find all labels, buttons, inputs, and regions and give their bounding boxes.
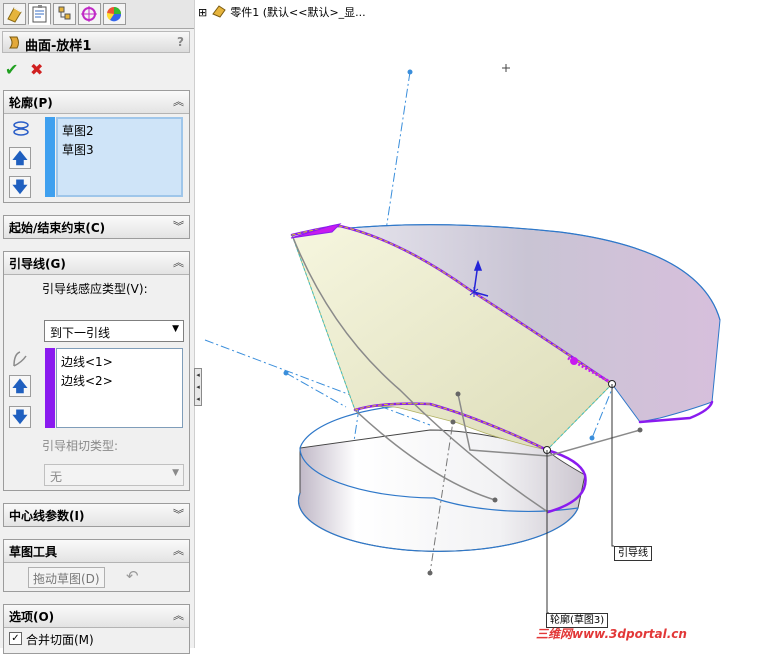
- arrow-down-icon: 🡇: [12, 178, 28, 196]
- profiles-group-header[interactable]: 轮廓(P) ︽: [4, 91, 189, 114]
- merge-tangent-checkbox[interactable]: ✓: [9, 632, 22, 645]
- move-up-button[interactable]: 🡅: [9, 147, 31, 169]
- profiles-group: 轮廓(P) ︽ 🡅 🡇 草图2 草图3: [3, 90, 190, 203]
- cancel-x-icon[interactable]: ✖: [30, 60, 43, 79]
- feature-manager-icon: [7, 7, 22, 23]
- tab-configuration-manager[interactable]: [53, 3, 76, 25]
- splitter-grip-icon[interactable]: ◂ ◂ ◂: [194, 368, 202, 406]
- guide-influence-label: 引导线感应类型(V):: [42, 282, 148, 296]
- guide-tangency-dropdown[interactable]: 无 ▼: [44, 464, 184, 486]
- guide-curves-group: 引导线(G) ︽ 引导线感应类型(V): 到下一引线 ▼ 🡅 🡇 边线<1> 边…: [3, 251, 190, 491]
- move-down-button[interactable]: 🡇: [9, 176, 31, 198]
- move-down-button[interactable]: 🡇: [9, 406, 31, 428]
- display-manager-icon: [106, 7, 122, 22]
- guide-curves-group-header[interactable]: 引导线(G) ︽: [4, 252, 189, 275]
- tab-display-manager[interactable]: [103, 3, 126, 25]
- property-manager-panel: 曲面-放样1 ? ✔ ✖ 轮廓(P) ︽ 🡅 🡇 草图2 草图3 起始/结束约束…: [0, 0, 195, 654]
- guide-influence-dropdown[interactable]: 到下一引线 ▼: [44, 320, 184, 342]
- undo-icon[interactable]: ↶: [126, 567, 139, 585]
- start-end-constraints-group: 起始/结束约束(C) ︾: [3, 215, 190, 239]
- centerline-group-title: 中心线参数(I): [9, 509, 85, 523]
- guide-curves-group-title: 引导线(G): [9, 257, 66, 271]
- centerline-group: 中心线参数(I) ︾: [3, 503, 190, 527]
- guide-tangency-label: 引导相切类型:: [42, 439, 119, 453]
- manager-tab-bar: [0, 0, 194, 29]
- dropdown-arrow-icon: ▼: [172, 324, 179, 334]
- guide-influence-value: 到下一引线: [50, 326, 111, 340]
- arrow-up-icon: 🡅: [12, 149, 28, 167]
- dimxpert-icon: [81, 6, 97, 22]
- profiles-listbox[interactable]: 草图2 草图3: [56, 117, 183, 197]
- start-end-group-header[interactable]: 起始/结束约束(C) ︾: [4, 216, 189, 238]
- graphics-viewport[interactable]: [203, 0, 758, 648]
- guide-curve-icon: [13, 351, 27, 367]
- drag-sketch-button[interactable]: 拖动草图(D): [28, 567, 105, 588]
- watermark-text: 三维网www.3dportal.cn: [536, 627, 687, 641]
- sketch-tools-group-header[interactable]: 草图工具 ︽: [4, 540, 189, 563]
- tab-dimxpert-manager[interactable]: [78, 3, 101, 25]
- surface-loft-icon: [8, 36, 19, 49]
- list-item[interactable]: 边线<2>: [61, 372, 113, 389]
- collapse-chevron-icon[interactable]: ︽: [173, 607, 184, 623]
- panel-splitter[interactable]: [194, 0, 203, 648]
- guide-tangency-value: 无: [50, 470, 63, 484]
- list-item[interactable]: 草图2: [62, 122, 94, 139]
- tab-feature-manager[interactable]: [3, 3, 26, 25]
- sketch-tools-group: 草图工具 ︽ 拖动草图(D) ↶: [3, 539, 190, 592]
- collapse-chevron-icon[interactable]: ︽: [173, 254, 184, 270]
- centerline-group-header[interactable]: 中心线参数(I) ︾: [4, 504, 189, 526]
- collapse-chevron-icon[interactable]: ︽: [173, 542, 184, 558]
- arrow-down-icon: 🡇: [12, 408, 28, 426]
- expand-chevron-icon[interactable]: ︾: [173, 218, 184, 234]
- start-end-group-title: 起始/结束约束(C): [9, 221, 106, 235]
- expand-chevron-icon[interactable]: ︾: [173, 506, 184, 522]
- guide-color-bar: [45, 348, 55, 428]
- options-group-header[interactable]: 选项(O) ︽: [4, 605, 189, 628]
- feature-title-bar: 曲面-放样1 ?: [2, 31, 190, 54]
- ok-checkmark-icon[interactable]: ✔: [5, 60, 18, 79]
- options-group-title: 选项(O): [9, 610, 55, 624]
- sketch-tools-group-title: 草图工具: [9, 545, 58, 559]
- arrow-up-icon: 🡅: [12, 377, 28, 395]
- collapse-chevron-icon[interactable]: ︽: [173, 93, 184, 109]
- profiles-group-title: 轮廓(P): [9, 96, 53, 110]
- list-item[interactable]: 边线<1>: [61, 353, 113, 370]
- property-manager-icon: [32, 5, 47, 23]
- help-button[interactable]: ?: [177, 35, 184, 49]
- profile-color-bar: [45, 117, 55, 197]
- list-item[interactable]: 草图3: [62, 141, 94, 158]
- guide-curve-callout[interactable]: 引导线: [614, 546, 652, 561]
- configuration-manager-icon: [58, 6, 71, 20]
- profile-selection-icon: [13, 121, 29, 136]
- options-group: 选项(O) ︽ ✓ 合并切面(M): [3, 604, 190, 654]
- feature-title: 曲面-放样1: [25, 39, 92, 54]
- dropdown-arrow-icon: ▼: [172, 468, 179, 478]
- cursor-crosshair-icon: [502, 64, 510, 72]
- merge-tangent-label: 合并切面(M): [26, 633, 94, 647]
- move-up-button[interactable]: 🡅: [9, 375, 31, 397]
- guide-curves-listbox[interactable]: 边线<1> 边线<2>: [56, 348, 183, 428]
- tab-property-manager[interactable]: [28, 3, 51, 25]
